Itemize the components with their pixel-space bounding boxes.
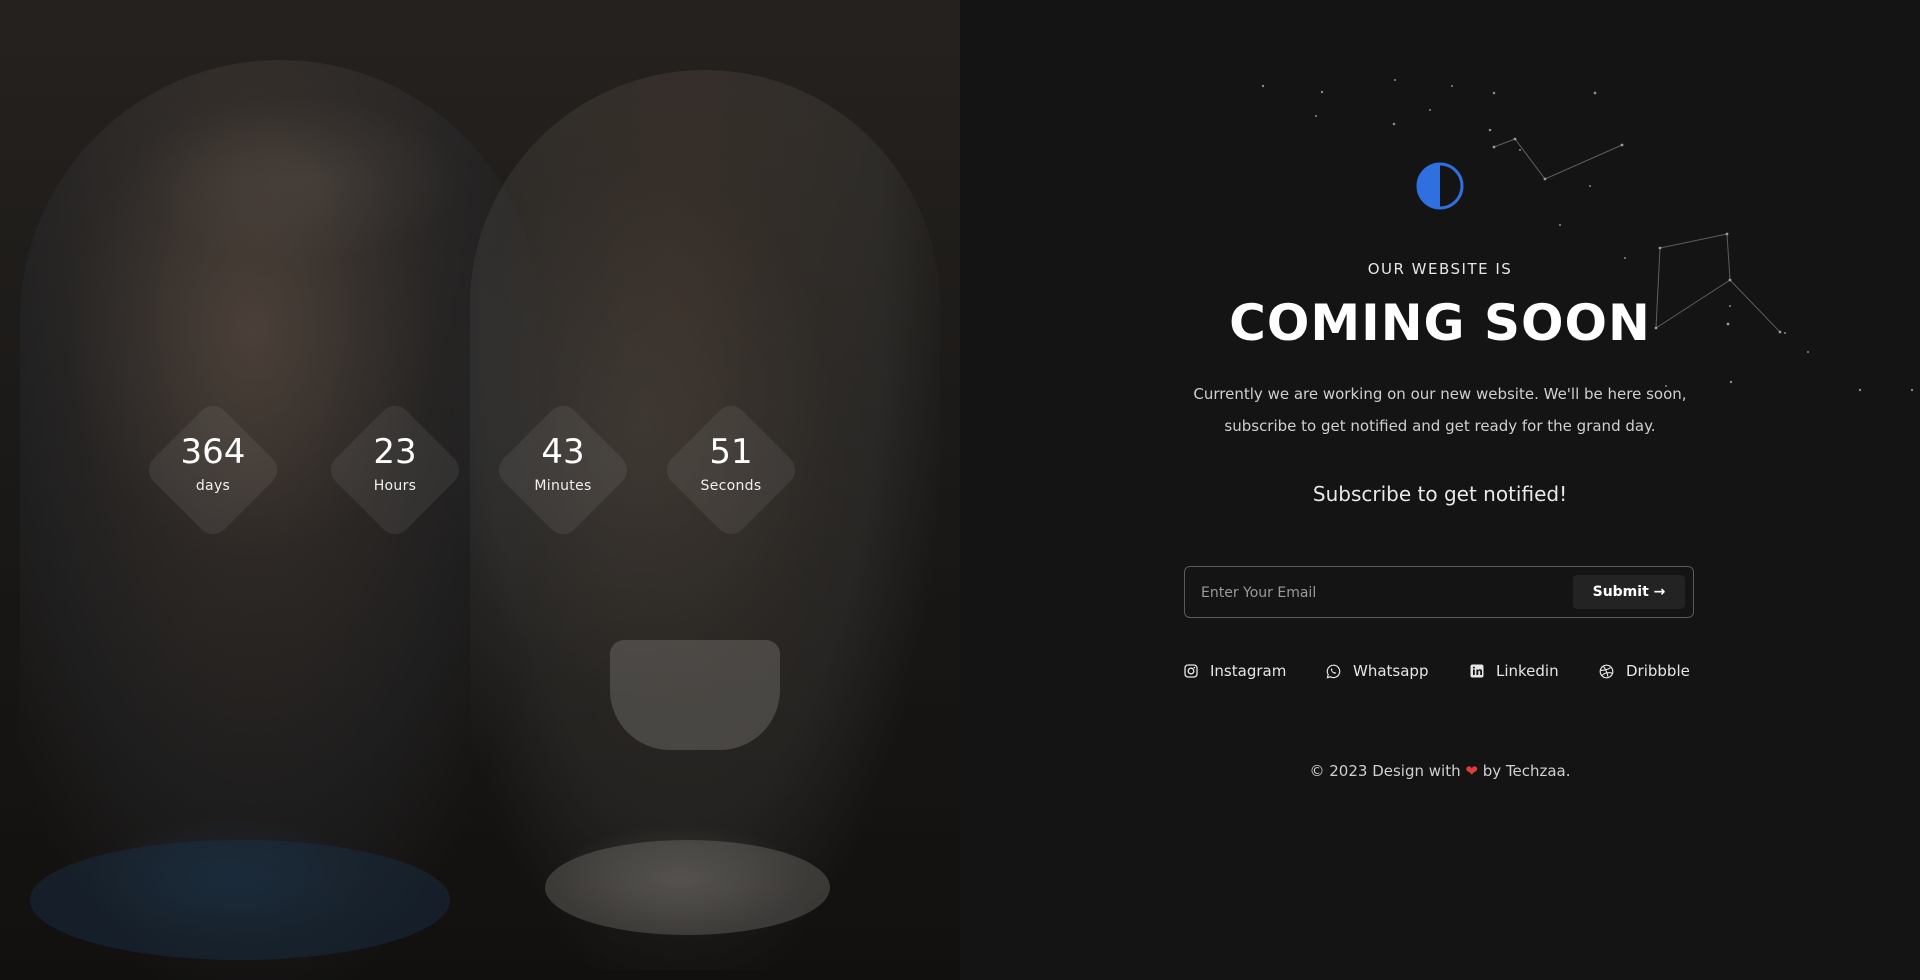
- email-input[interactable]: [1199, 567, 1563, 619]
- countdown-timer: 364 days 23 Hours 43 Minutes 51 Seconds: [142, 390, 813, 550]
- social-link-whatsapp[interactable]: Whatsapp: [1326, 660, 1428, 682]
- footer-suffix: by Techzaa.: [1482, 762, 1571, 780]
- content-panel: OUR WEBSITE IS COMING SOON Currently we …: [960, 0, 1920, 980]
- linkedin-icon: [1470, 664, 1484, 678]
- submit-button[interactable]: Submit →: [1573, 575, 1685, 609]
- dribbble-icon: [1599, 664, 1614, 678]
- footer-prefix: © 2023 Design with: [1309, 762, 1461, 780]
- social-label: Linkedin: [1496, 662, 1559, 680]
- countdown-value: 51: [709, 432, 753, 472]
- countdown-label: days: [195, 478, 231, 494]
- social-label: Instagram: [1210, 662, 1287, 680]
- page-eyebrow: OUR WEBSITE IS: [1367, 260, 1513, 278]
- constellation-decoration: [1261, 79, 1914, 392]
- social-link-linkedin[interactable]: Linkedin: [1470, 660, 1559, 682]
- social-links: Instagram Whatsapp Linkedin Dribbble: [1184, 660, 1704, 682]
- countdown-minutes: 43 Minutes: [492, 390, 634, 550]
- page-description: Currently we are working on our new webs…: [1193, 385, 1687, 435]
- countdown-days: 364 days: [142, 390, 284, 550]
- social-label: Dribbble: [1626, 662, 1690, 680]
- subscribe-form: Submit →: [1184, 566, 1694, 619]
- countdown-label: Hours: [373, 478, 417, 494]
- social-label: Whatsapp: [1353, 662, 1429, 680]
- countdown-label: Minutes: [534, 478, 592, 494]
- footer-copyright: © 2023 Design with ❤ by Techzaa.: [960, 762, 1920, 780]
- social-link-dribbble[interactable]: Dribbble: [1599, 660, 1690, 682]
- subscribe-heading: Subscribe to get notified!: [1312, 482, 1568, 506]
- heart-icon: ❤: [1465, 762, 1478, 780]
- hero-photo: 364 days 23 Hours 43 Minutes 51 Seconds: [0, 0, 960, 980]
- countdown-seconds: 51 Seconds: [660, 390, 802, 550]
- countdown-value: 23: [373, 432, 417, 472]
- countdown-value: 43: [541, 432, 585, 472]
- whatsapp-icon: [1326, 664, 1341, 678]
- countdown-value: 364: [180, 432, 246, 472]
- social-link-instagram[interactable]: Instagram: [1184, 660, 1286, 682]
- countdown-hours: 23 Hours: [324, 390, 466, 550]
- instagram-icon: [1184, 664, 1198, 678]
- countdown-label: Seconds: [700, 478, 762, 494]
- brand-logo-icon: [1416, 162, 1464, 210]
- page-title: COMING SOON: [1229, 294, 1651, 352]
